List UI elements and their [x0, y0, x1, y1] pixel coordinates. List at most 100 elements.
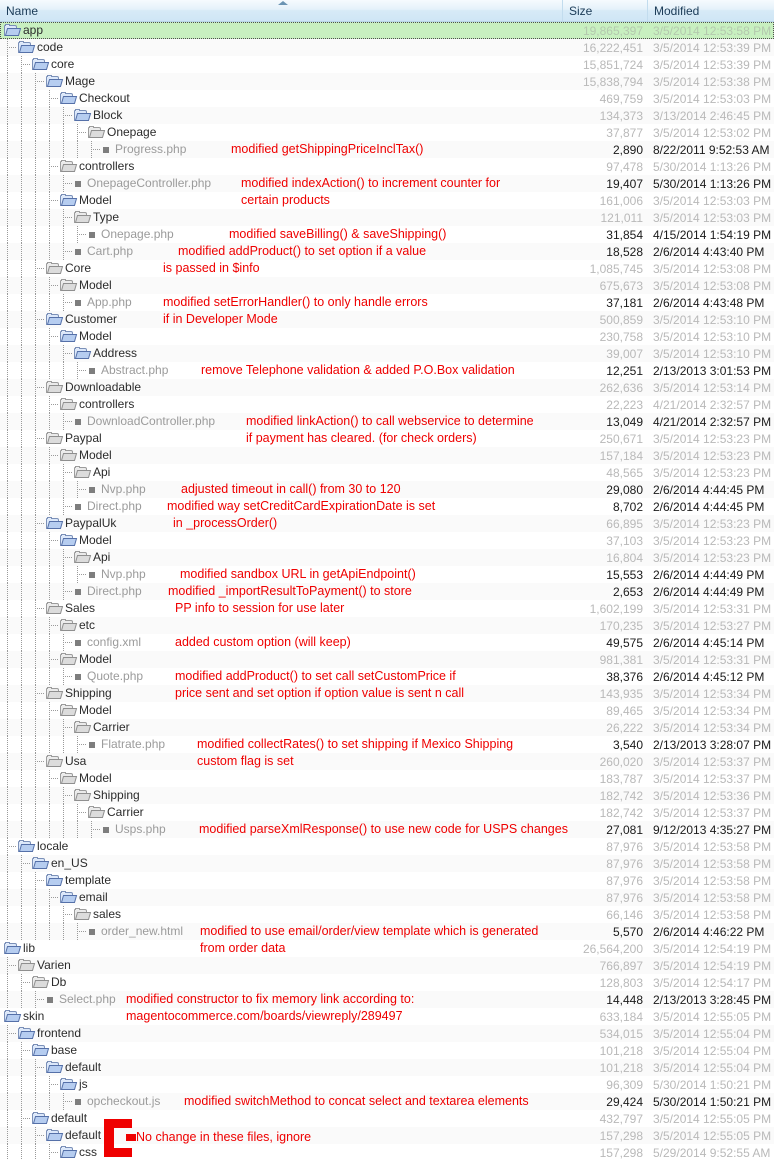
- folder-node-controllers[interactable]: controllers: [60, 158, 134, 175]
- folder-node-api[interactable]: Api: [74, 549, 110, 566]
- tree-node-cell[interactable]: Paypal if payment has cleared. (for check…: [0, 430, 563, 447]
- column-header-name[interactable]: Name: [0, 0, 563, 21]
- tree-node-cell[interactable]: config.xml added custom option (will keep…: [0, 634, 563, 651]
- tree-node-cell[interactable]: Model: [0, 702, 563, 719]
- tree-node-cell[interactable]: app: [0, 22, 563, 39]
- tree-node-cell[interactable]: order_new.html modified to use email/orde…: [0, 923, 563, 940]
- tree-node-cell[interactable]: Type: [0, 209, 563, 226]
- tree-node-cell[interactable]: Model: [0, 651, 563, 668]
- folder-node-mage[interactable]: Mage: [46, 73, 95, 90]
- file-node-flatrate-php[interactable]: Flatrate.php: [88, 736, 165, 753]
- tree-node-cell[interactable]: Varien: [0, 957, 563, 974]
- tree-node-cell[interactable]: PaypalUk in _processOrder(): [0, 515, 563, 532]
- table-row[interactable]: Sales PP info to session for use later 1,6…: [0, 600, 774, 617]
- folder-node-etc[interactable]: etc: [60, 617, 95, 634]
- table-row[interactable]: Direct.php modified way setCreditCardExpi…: [0, 498, 774, 515]
- tree-node-cell[interactable]: frontend: [0, 1025, 563, 1042]
- tree-node-cell[interactable]: Select.php modified constructor to fix me…: [0, 991, 563, 1008]
- tree-node-cell[interactable]: Api: [0, 549, 563, 566]
- table-row[interactable]: Direct.php modified _importResultToPaymen…: [0, 583, 774, 600]
- tree-node-cell[interactable]: Cart.php modified addProduct() to set opt…: [0, 243, 563, 260]
- tree-node-cell[interactable]: default: [0, 1059, 563, 1076]
- folder-node-db[interactable]: Db: [32, 974, 66, 991]
- table-row[interactable]: Customer if in Developer Mode 500,859 3/5/2…: [0, 311, 774, 328]
- table-row[interactable]: Varien 766,897 3/5/2014 12:54:19 PM: [0, 957, 774, 974]
- file-node-direct-php[interactable]: Direct.php: [74, 583, 142, 600]
- folder-node-model[interactable]: Model: [60, 277, 112, 294]
- tree-node-cell[interactable]: DownloadController.php modified linkActio…: [0, 413, 563, 430]
- folder-node-model[interactable]: Model: [60, 770, 112, 787]
- table-row[interactable]: Core is passed in $info 1,085,745 3/5/2014 …: [0, 260, 774, 277]
- folder-node-downloadable[interactable]: Downloadable: [46, 379, 141, 396]
- table-row[interactable]: config.xml added custom option (will keep…: [0, 634, 774, 651]
- tree-node-cell[interactable]: opcheckout.js modified switchMethod to co…: [0, 1093, 563, 1110]
- tree-node-cell[interactable]: Onepage: [0, 124, 563, 141]
- table-row[interactable]: Usa custom flag is set 260,020 3/5/2014 12:…: [0, 753, 774, 770]
- tree-node-cell[interactable]: code: [0, 39, 563, 56]
- table-row[interactable]: template 87,976 3/5/2014 12:53:58 PM: [0, 872, 774, 889]
- tree-node-cell[interactable]: Direct.php modified _importResultToPaymen…: [0, 583, 563, 600]
- table-row[interactable]: PaypalUk in _processOrder() 66,895 3/5/2014…: [0, 515, 774, 532]
- table-row[interactable]: Flatrate.php modified collectRates() to s…: [0, 736, 774, 753]
- folder-node-default[interactable]: default: [46, 1127, 101, 1144]
- table-row[interactable]: js 96,309 5/30/2014 1:50:21 PM: [0, 1076, 774, 1093]
- tree-node-cell[interactable]: Usa custom flag is set: [0, 753, 563, 770]
- tree-node-cell[interactable]: OnepageController.php modified indexActio…: [0, 175, 563, 192]
- tree-node-cell[interactable]: Shipping price sent and set option if opt…: [0, 685, 563, 702]
- table-row[interactable]: App.php modified setErrorHandler() to onl…: [0, 294, 774, 311]
- file-node-nvp-php[interactable]: Nvp.php: [88, 566, 146, 583]
- tree-node-cell[interactable]: lib from order data: [0, 940, 563, 957]
- tree-node-cell[interactable]: etc: [0, 617, 563, 634]
- tree-node-cell[interactable]: Customer if in Developer Mode: [0, 311, 563, 328]
- tree-node-cell[interactable]: Block: [0, 107, 563, 124]
- folder-node-template[interactable]: template: [46, 872, 111, 889]
- folder-node-paypaluk[interactable]: PaypalUk: [46, 515, 116, 532]
- folder-node-checkout[interactable]: Checkout: [60, 90, 130, 107]
- table-row[interactable]: base 101,218 3/5/2014 12:55:04 PM: [0, 1042, 774, 1059]
- tree-node-cell[interactable]: Core is passed in $info: [0, 260, 563, 277]
- table-row[interactable]: DownloadController.php modified linkActio…: [0, 413, 774, 430]
- table-row[interactable]: Onepage 37,877 3/5/2014 12:53:02 PM: [0, 124, 774, 141]
- folder-node-model[interactable]: Model: [60, 702, 112, 719]
- table-row[interactable]: opcheckout.js modified switchMethod to co…: [0, 1093, 774, 1110]
- tree-node-cell[interactable]: email: [0, 889, 563, 906]
- tree-node-cell[interactable]: Progress.php modified getShippingPriceInc…: [0, 141, 563, 158]
- folder-node-block[interactable]: Block: [74, 107, 122, 124]
- table-row[interactable]: order_new.html modified to use email/orde…: [0, 923, 774, 940]
- folder-node-controllers[interactable]: controllers: [60, 396, 134, 413]
- tree-node-cell[interactable]: Nvp.php adjusted timeout in call() from 3…: [0, 481, 563, 498]
- folder-node-frontend[interactable]: frontend: [18, 1025, 81, 1042]
- folder-node-default[interactable]: default: [32, 1110, 87, 1127]
- folder-node-sales[interactable]: sales: [74, 906, 121, 923]
- folder-node-core[interactable]: Core: [46, 260, 91, 277]
- table-row[interactable]: Nvp.php adjusted timeout in call() from 3…: [0, 481, 774, 498]
- table-row[interactable]: lib from order data 26,564,200 3/5/2014 12:…: [0, 940, 774, 957]
- tree-node-cell[interactable]: Direct.php modified way setCreditCardExpi…: [0, 498, 563, 515]
- table-row[interactable]: Nvp.php modified sandbox URL in getApiEnd…: [0, 566, 774, 583]
- tree-node-cell[interactable]: Checkout: [0, 90, 563, 107]
- table-row[interactable]: Abstract.php remove Telephone validation …: [0, 362, 774, 379]
- table-row[interactable]: Onepage.php modified saveBilling() & save…: [0, 226, 774, 243]
- folder-node-app[interactable]: app: [4, 22, 43, 39]
- tree-node-cell[interactable]: base: [0, 1042, 563, 1059]
- tree-node-cell[interactable]: Model certain products: [0, 192, 563, 209]
- file-node-usps-php[interactable]: Usps.php: [102, 821, 166, 838]
- folder-node-usa[interactable]: Usa: [46, 753, 86, 770]
- tree-node-cell[interactable]: Db: [0, 974, 563, 991]
- tree-node-cell[interactable]: Quote.php modified addProduct() to set ca…: [0, 668, 563, 685]
- table-row[interactable]: Model 37,103 3/5/2014 12:53:23 PM: [0, 532, 774, 549]
- table-row[interactable]: Downloadable 262,636 3/5/2014 12:53:14 PM: [0, 379, 774, 396]
- table-row[interactable]: Mage 15,838,794 3/5/2014 12:53:38 PM: [0, 73, 774, 90]
- table-row[interactable]: Cart.php modified addProduct() to set opt…: [0, 243, 774, 260]
- file-node-quote-php[interactable]: Quote.php: [74, 668, 143, 685]
- table-row[interactable]: Progress.php modified getShippingPriceInc…: [0, 141, 774, 158]
- folder-node-shipping[interactable]: Shipping: [74, 787, 140, 804]
- tree-node-cell[interactable]: core: [0, 56, 563, 73]
- table-row[interactable]: locale 87,976 3/5/2014 12:53:58 PM: [0, 838, 774, 855]
- table-row[interactable]: Select.php modified constructor to fix me…: [0, 991, 774, 1008]
- folder-node-email[interactable]: email: [60, 889, 108, 906]
- file-node-order-new-html[interactable]: order_new.html: [88, 923, 183, 940]
- table-row[interactable]: controllers 22,223 4/21/2014 2:32:57 PM: [0, 396, 774, 413]
- table-row[interactable]: Model certain products 161,006 3/5/2014 12:…: [0, 192, 774, 209]
- tree-node-cell[interactable]: Usps.php modified parseXmlResponse() to u…: [0, 821, 568, 838]
